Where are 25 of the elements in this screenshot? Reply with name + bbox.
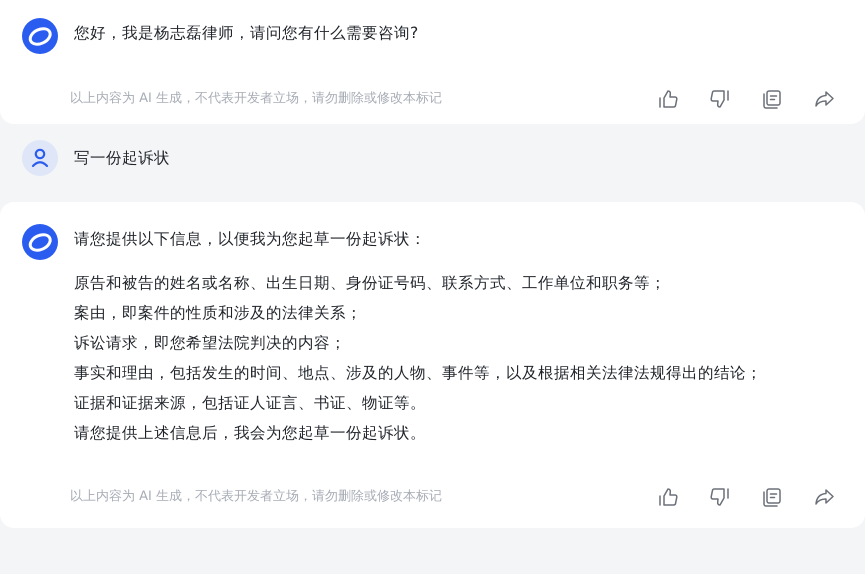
copy-icon <box>761 88 783 110</box>
thumbs-down-icon <box>709 88 731 110</box>
message-text: 诉讼请求，即您希望法院判决的内容； <box>74 333 347 354</box>
copy-button[interactable] <box>761 486 783 508</box>
like-button[interactable] <box>657 486 679 508</box>
message-text: 案由，即案件的性质和涉及的法律关系； <box>74 303 363 324</box>
thumbs-up-icon <box>657 88 679 110</box>
disclaimer-text: 以上内容为 AI 生成，不代表开发者立场，请勿删除或修改本标记 <box>70 90 442 108</box>
message-text: 证据和证据来源，包括证人证言、书证、物证等。 <box>74 393 427 414</box>
copy-icon <box>761 486 783 508</box>
message-text: 您好，我是杨志磊律师，请问您有什么需要咨询? <box>74 23 420 44</box>
dislike-button[interactable] <box>709 486 731 508</box>
message-text: 请您提供以下信息，以便我为您起草一份起诉状： <box>74 229 427 250</box>
thumbs-down-icon <box>709 486 731 508</box>
thumbs-up-icon <box>657 486 679 508</box>
like-button[interactable] <box>657 88 679 110</box>
message-text: 写一份起诉状 <box>74 148 170 169</box>
assistant-avatar <box>22 224 58 260</box>
message-text: 请您提供上述信息后，我会为您起草一份起诉状。 <box>74 423 427 444</box>
message-text: 原告和被告的姓名或名称、出生日期、身份证号码、联系方式、工作单位和职务等； <box>74 273 667 294</box>
dislike-button[interactable] <box>709 88 731 110</box>
assistant-avatar <box>22 18 58 54</box>
disclaimer-text: 以上内容为 AI 生成，不代表开发者立场，请勿删除或修改本标记 <box>70 488 442 506</box>
message-text: 事实和理由，包括发生的时间、地点、涉及的人物、事件等，以及根据相关法律法规得出的结论； <box>74 363 763 384</box>
copy-button[interactable] <box>761 88 783 110</box>
